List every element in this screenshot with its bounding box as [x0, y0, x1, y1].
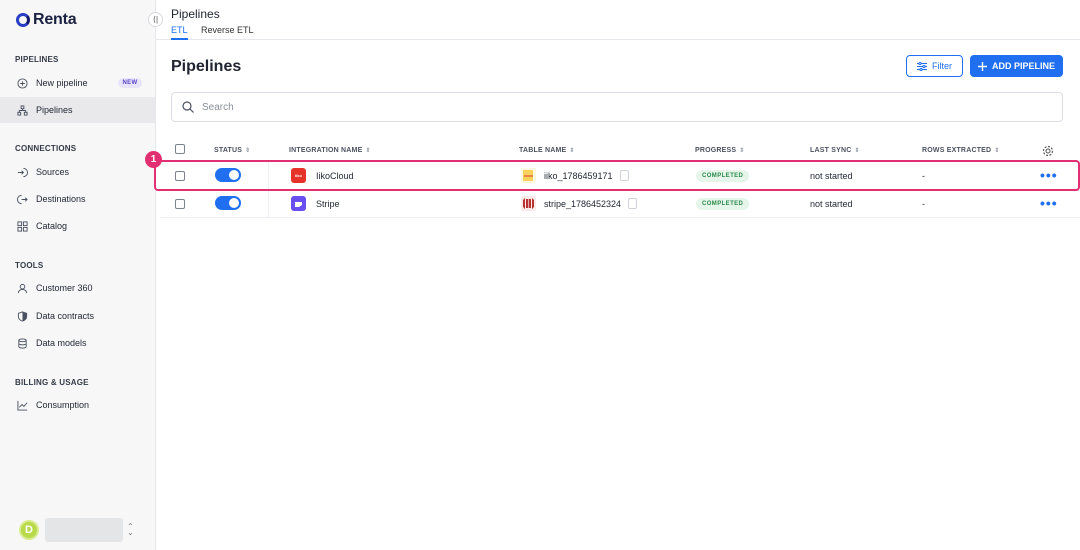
sidebar-item-consumption[interactable]: Consumption: [0, 392, 155, 418]
column-label: INTEGRATION NAME: [289, 147, 363, 154]
integration-name: IikoCloud: [316, 171, 354, 181]
new-badge: NEW: [117, 78, 143, 88]
page-title: Pipelines: [171, 58, 242, 75]
avatar: D: [19, 520, 39, 540]
column-label: TABLE NAME: [519, 147, 567, 154]
user-icon: [16, 282, 28, 294]
sidebar-item-label: Data models: [36, 338, 87, 348]
sidebar-item-label: Consumption: [36, 400, 90, 410]
status-toggle[interactable]: [215, 168, 241, 182]
grid-icon: [16, 220, 28, 232]
chart-line-icon: [16, 399, 28, 411]
tab-reverse-etl[interactable]: Reverse ETL: [201, 25, 254, 38]
user-menu[interactable]: D ⌃ ⌄: [19, 518, 134, 542]
sidebar-item-label: Destinations: [36, 194, 86, 204]
gear-icon[interactable]: [1042, 145, 1054, 157]
search-icon: [182, 101, 194, 113]
plus-icon: [977, 61, 987, 71]
filter-icon: [917, 61, 927, 71]
tab-etl[interactable]: ETL: [171, 25, 188, 40]
sidebar-item-catalog[interactable]: Catalog: [0, 213, 155, 239]
search-input[interactable]: [202, 101, 802, 113]
row-checkbox[interactable]: [175, 171, 185, 181]
top-header: Pipelines ETL Reverse ETL: [156, 0, 1080, 40]
sort-icon: ⇕: [569, 148, 575, 154]
filter-button[interactable]: Filter: [906, 55, 963, 77]
status-badge: COMPLETED: [696, 170, 750, 182]
more-options-icon[interactable]: •••: [1040, 168, 1058, 182]
last-sync: not started: [810, 199, 853, 209]
sidebar-item-pipelines[interactable]: Pipelines: [0, 97, 155, 123]
database-icon: [16, 337, 28, 349]
sidebar-item-destinations[interactable]: Destinations: [0, 186, 155, 212]
annotation-marker: 1: [145, 151, 162, 168]
table-type-icon: [521, 168, 536, 183]
sidebar: Renta PIPELINES New pipeline NEW Pipelin…: [0, 0, 156, 550]
iikocloud-logo-icon: iiko: [291, 168, 306, 183]
sidebar-item-data-contracts[interactable]: Data contracts: [0, 303, 155, 329]
hierarchy-icon: [16, 104, 28, 116]
section-billing: BILLING & USAGE: [15, 378, 89, 387]
sidebar-item-label: Pipelines: [36, 105, 73, 115]
table-type-icon: [521, 196, 536, 211]
column-label: LAST SYNC: [810, 147, 852, 154]
section-tools: TOOLS: [15, 261, 44, 270]
sort-icon: ⇕: [365, 148, 371, 154]
status-badge: COMPLETED: [696, 198, 750, 210]
sort-icon: ⇕: [854, 148, 860, 154]
table-name: stripe_1786452324: [544, 199, 622, 209]
copy-icon[interactable]: [628, 198, 637, 209]
column-progress[interactable]: PROGRESS ⇕: [695, 147, 745, 154]
filter-label: Filter: [932, 61, 952, 71]
column-label: ROWS EXTRACTED: [922, 147, 992, 154]
shield-icon: [16, 310, 28, 322]
copy-icon[interactable]: [620, 170, 629, 181]
sort-icon: ⇕: [994, 148, 1000, 154]
column-label: STATUS: [214, 147, 243, 154]
more-options-icon[interactable]: •••: [1040, 196, 1058, 210]
sidebar-item-label: Catalog: [36, 221, 68, 231]
stripe-logo-icon: [291, 196, 306, 211]
section-connections: CONNECTIONS: [15, 144, 77, 153]
last-sync: not started: [810, 171, 853, 181]
renta-logo[interactable]: Renta: [16, 11, 77, 29]
sidebar-item-data-models[interactable]: Data models: [0, 330, 155, 356]
sidebar-item-label: New pipeline: [36, 78, 88, 88]
divider: [160, 217, 1080, 218]
sidebar-item-label: Customer 360: [36, 283, 93, 293]
column-last-sync[interactable]: LAST SYNC ⇕: [810, 147, 860, 154]
integration-name: Stripe: [316, 199, 340, 209]
renta-logo-icon: [16, 13, 30, 27]
status-toggle[interactable]: [215, 196, 241, 210]
sidebar-item-customer-360[interactable]: Customer 360: [0, 275, 155, 301]
sidebar-item-label: Sources: [36, 167, 70, 177]
app-name: Renta: [33, 11, 77, 28]
chevron-updown-icon: ⌃ ⌄: [127, 522, 134, 537]
sidebar-item-sources[interactable]: Sources: [0, 159, 155, 185]
sidebar-item-new-pipeline[interactable]: New pipeline NEW: [0, 70, 155, 96]
column-status[interactable]: STATUS ⇕: [214, 147, 250, 154]
column-table-name[interactable]: TABLE NAME ⇕: [519, 147, 575, 154]
rows-extracted: -: [922, 199, 925, 209]
sign-out-icon: [16, 193, 28, 205]
select-all-checkbox[interactable]: [175, 144, 185, 154]
add-pipeline-button[interactable]: ADD PIPELINE: [970, 55, 1063, 77]
column-integration-name[interactable]: INTEGRATION NAME ⇕: [289, 147, 371, 154]
rows-extracted: -: [922, 171, 925, 181]
table-name: iiko_1786459171: [544, 171, 613, 181]
row-checkbox[interactable]: [175, 199, 185, 209]
sidebar-item-label: Data contracts: [36, 311, 95, 321]
section-pipelines: PIPELINES: [15, 55, 59, 64]
search-box[interactable]: [171, 92, 1063, 122]
column-rows-extracted[interactable]: ROWS EXTRACTED ⇕: [922, 147, 1000, 154]
sort-icon: ⇕: [739, 148, 745, 154]
header-title: Pipelines: [171, 7, 220, 21]
column-label: PROGRESS: [695, 147, 737, 154]
add-pipeline-label: ADD PIPELINE: [991, 61, 1055, 71]
sign-in-icon: [16, 166, 28, 178]
user-name-redacted: [45, 518, 123, 542]
collapse-sidebar-button[interactable]: ⟨|: [148, 12, 163, 27]
plus-circle-icon: [16, 77, 28, 89]
sort-icon: ⇕: [245, 148, 251, 154]
